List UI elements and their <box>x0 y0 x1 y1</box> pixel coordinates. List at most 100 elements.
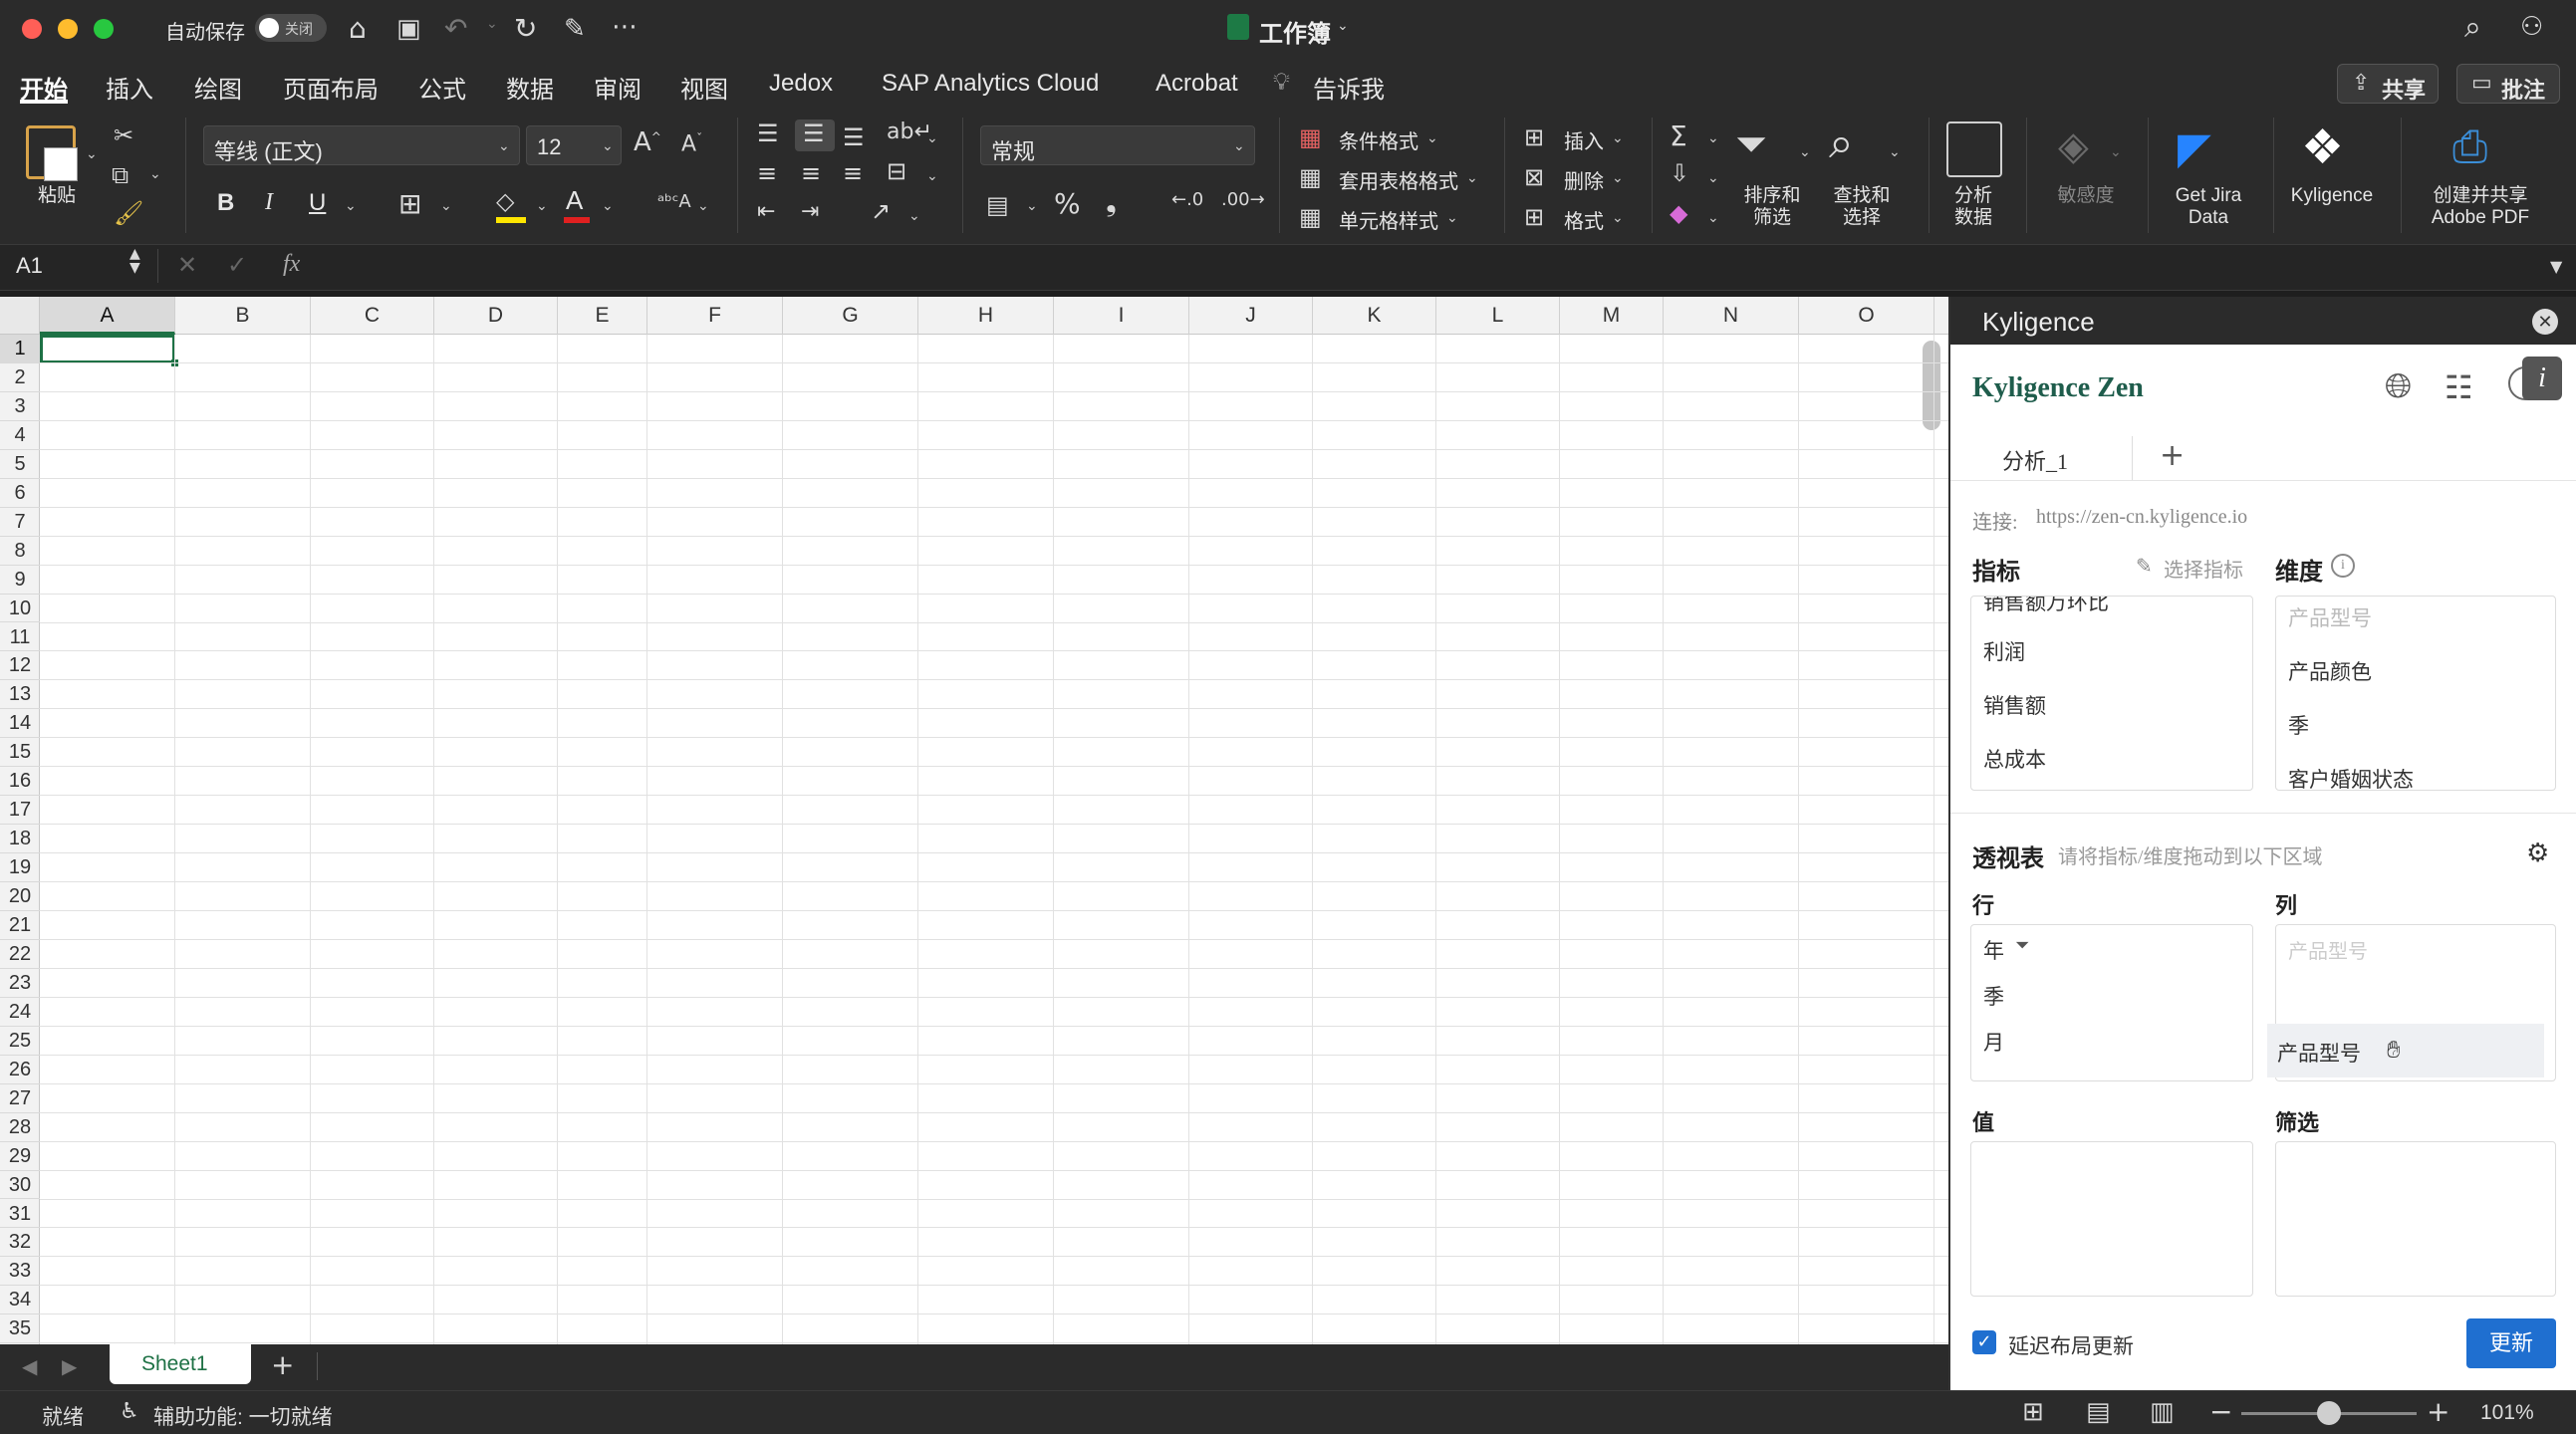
copy-icon[interactable]: ⧉ <box>112 161 129 189</box>
row-header-2[interactable]: 2 <box>0 363 40 392</box>
row-header-31[interactable]: 31 <box>0 1200 40 1229</box>
save-as-icon[interactable]: ✎ <box>564 14 586 44</box>
row-header-27[interactable]: 27 <box>0 1084 40 1113</box>
underline-icon[interactable]: U <box>309 189 326 217</box>
merge-center-icon[interactable]: ⊟ <box>887 157 906 185</box>
tab-formulas[interactable]: 公式 <box>418 70 466 105</box>
name-box[interactable]: A1 <box>16 253 43 279</box>
align-bottom-icon[interactable]: ☰ <box>843 123 865 151</box>
font-color-dropdown-icon[interactable]: ⌄ <box>602 197 614 214</box>
clear-icon[interactable]: ◆ <box>1670 199 1687 227</box>
row-header-26[interactable]: 26 <box>0 1056 40 1084</box>
tab-review[interactable]: 审阅 <box>594 70 642 105</box>
decrease-indent-icon[interactable]: ⇤ <box>757 199 775 224</box>
row-header-12[interactable]: 12 <box>0 651 40 681</box>
font-name-dropdown[interactable]: 等线 (正文) <box>203 125 520 165</box>
italic-icon[interactable]: I <box>265 189 273 216</box>
comma-style-icon[interactable]: ❟ <box>1106 185 1117 219</box>
minimize-window-button[interactable] <box>58 19 78 39</box>
conditional-format-icon[interactable]: ▦ <box>1299 123 1322 151</box>
add-analysis-tab-icon[interactable]: + <box>2160 438 2185 473</box>
row-header-21[interactable]: 21 <box>0 911 40 940</box>
cell-style-label[interactable]: 单元格样式 <box>1339 205 1438 234</box>
font-color-icon[interactable]: A <box>566 185 583 216</box>
accounting-format-icon[interactable]: ▤ <box>986 191 1009 219</box>
row-header-1[interactable]: 1 <box>0 335 40 363</box>
align-middle-button[interactable]: ☰ <box>795 120 835 151</box>
phonetic-dropdown-icon[interactable]: ⌄ <box>697 197 709 214</box>
column-header-p[interactable]: P <box>1934 297 1948 335</box>
choose-metrics-link[interactable]: 选择指标 <box>2164 554 2243 583</box>
row-header-32[interactable]: 32 <box>0 1228 40 1258</box>
insert-cells-icon[interactable]: ⊞ <box>1524 123 1544 151</box>
row-header-11[interactable]: 11 <box>0 623 40 652</box>
column-header-n[interactable]: N <box>1664 297 1799 335</box>
row-field-item[interactable]: 季 <box>1983 981 2004 1011</box>
align-right-icon[interactable]: ≡ <box>843 159 863 187</box>
pivot-settings-icon[interactable]: ⚙ <box>2526 838 2549 868</box>
row-header-7[interactable]: 7 <box>0 508 40 537</box>
zoom-in-icon[interactable]: + <box>2427 1395 2449 1428</box>
row-header-25[interactable]: 25 <box>0 1027 40 1056</box>
prev-sheet-icon[interactable]: ◀ <box>22 1354 37 1378</box>
sort-filter-icon[interactable]: ⏷ <box>1735 121 1767 167</box>
orientation-icon[interactable]: ↗ <box>871 197 891 225</box>
autosum-icon[interactable]: Σ <box>1670 120 1687 152</box>
tab-jedox[interactable]: Jedox <box>769 70 833 98</box>
row-header-13[interactable]: 13 <box>0 680 40 710</box>
find-select-chevron-icon[interactable]: ⌄ <box>1889 143 1901 160</box>
vertical-scrollbar-thumb[interactable] <box>1923 341 1940 430</box>
fill-icon[interactable]: ⇩ <box>1670 159 1689 187</box>
conditional-format-label[interactable]: 条件格式 <box>1339 125 1418 154</box>
sort-filter-chevron-icon[interactable]: ⌄ <box>1799 143 1811 160</box>
format-cells-label[interactable]: 格式 <box>1564 205 1604 234</box>
document-title[interactable]: 工作簿 <box>1259 14 1331 49</box>
column-header-f[interactable]: F <box>647 297 783 335</box>
row-header-6[interactable]: 6 <box>0 479 40 508</box>
decrease-font-icon[interactable]: Aˇ <box>681 131 702 156</box>
row-header-35[interactable]: 35 <box>0 1314 40 1344</box>
insert-cells-label[interactable]: 插入 <box>1564 125 1604 154</box>
undo-icon[interactable]: ↶ <box>444 12 467 45</box>
tab-page-layout[interactable]: 页面布局 <box>283 70 379 105</box>
dragging-field[interactable]: 产品型号 ✋︎ <box>2267 1024 2544 1077</box>
expand-formula-icon[interactable]: ▼ <box>2550 257 2562 276</box>
row-header-17[interactable]: 17 <box>0 796 40 826</box>
jira-icon[interactable]: ◤ <box>2178 123 2211 174</box>
comments-button[interactable]: ▭ 批注 <box>2456 64 2560 104</box>
column-header-j[interactable]: J <box>1189 297 1313 335</box>
wrap-text-icon[interactable]: ab↵ <box>887 120 932 144</box>
share-button[interactable]: ⇪ 共享 <box>2337 64 2439 104</box>
analyze-data-icon[interactable] <box>1946 121 2002 177</box>
zoom-window-button[interactable] <box>94 19 114 39</box>
conditional-format-chevron-icon[interactable]: ⌄ <box>1426 129 1438 146</box>
row-header-18[interactable]: 18 <box>0 825 40 854</box>
column-header-h[interactable]: H <box>918 297 1054 335</box>
percent-icon[interactable]: % <box>1054 187 1081 220</box>
row-header-4[interactable]: 4 <box>0 421 40 450</box>
cell-style-icon[interactable]: ▦ <box>1299 203 1322 231</box>
zoom-slider-thumb[interactable] <box>2317 1401 2341 1425</box>
format-cells-icon[interactable]: ⊞ <box>1524 203 1544 231</box>
add-sheet-icon[interactable]: + <box>271 1348 294 1381</box>
fill-color-dropdown-icon[interactable]: ⌄ <box>536 197 548 214</box>
underline-dropdown-icon[interactable]: ⌄ <box>345 197 357 214</box>
normal-view-icon[interactable]: ⊞ <box>2022 1397 2044 1427</box>
dimension-item[interactable]: 客户婚姻状态 <box>2288 764 2414 790</box>
edit-pencil-icon[interactable]: ✎ <box>2136 554 2153 578</box>
accounting-dropdown-icon[interactable]: ⌄ <box>1026 197 1038 214</box>
confirm-entry-icon[interactable]: ✓ <box>227 251 247 279</box>
info-icon[interactable]: i <box>2522 357 2562 400</box>
zoom-level[interactable]: 101% <box>2480 1401 2534 1425</box>
metric-item[interactable]: 销售额万环比 <box>1983 597 2109 616</box>
filters-drop-zone[interactable] <box>2275 1141 2556 1297</box>
column-header-k[interactable]: K <box>1313 297 1436 335</box>
row-header-22[interactable]: 22 <box>0 940 40 969</box>
metric-item[interactable]: 利润 <box>1983 636 2025 666</box>
format-cells-chevron-icon[interactable]: ⌄ <box>1612 209 1624 226</box>
dimensions-info-icon[interactable]: i <box>2331 554 2355 578</box>
kyligence-icon[interactable]: ❖ <box>2301 120 2344 175</box>
row-field-item[interactable]: 月 <box>1983 1027 2004 1057</box>
orientation-dropdown-icon[interactable]: ⌄ <box>908 207 920 224</box>
globe-icon[interactable]: 🌐︎ <box>2385 366 2412 406</box>
